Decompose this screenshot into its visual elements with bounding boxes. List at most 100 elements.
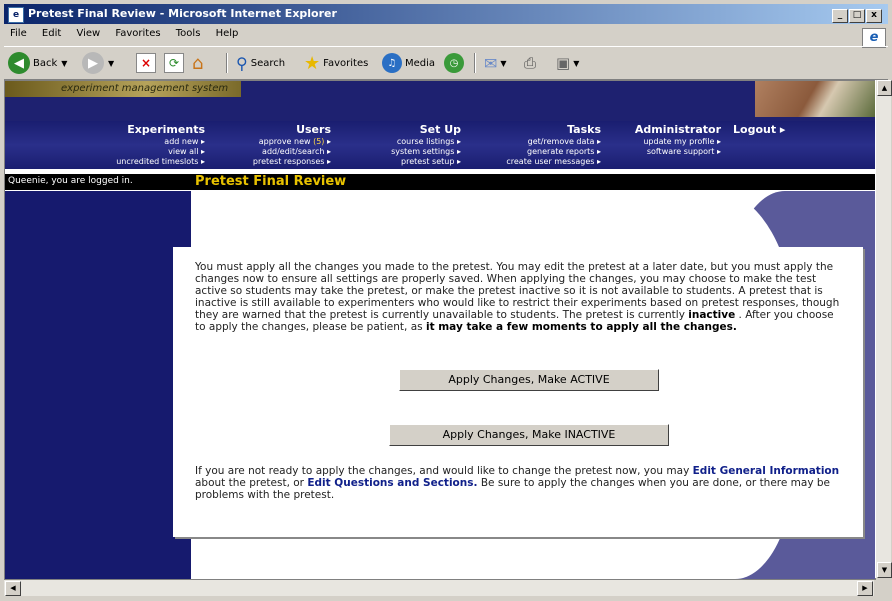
page-viewport: experiment management system Experiments… — [4, 80, 876, 580]
scroll-right-icon[interactable]: ▶ — [857, 581, 873, 596]
media-button[interactable]: ♫ Media — [382, 51, 435, 75]
title-bar: e Pretest Final Review - Microsoft Inter… — [4, 4, 888, 24]
edit-options-text-2: about the pretest, or — [195, 477, 308, 489]
nav-heading-setup[interactable]: Set Up — [355, 123, 461, 137]
nav-logout[interactable]: Logout — [733, 123, 793, 137]
media-label: Media — [405, 57, 436, 69]
forward-button[interactable]: ▶ ▼ — [82, 51, 114, 75]
nav-pretest-setup[interactable]: pretest setup — [355, 157, 461, 167]
left-sidebar — [5, 191, 191, 579]
maximize-button[interactable]: □ — [849, 9, 865, 23]
stop-button[interactable]: × — [136, 51, 156, 75]
browser-window: e Pretest Final Review - Microsoft Inter… — [0, 0, 892, 601]
edit-questions-sections-link[interactable]: Edit Questions and Sections. — [307, 477, 477, 489]
instructions-bold-note: it may take a few moments to apply all t… — [425, 321, 737, 333]
favorites-label: Favorites — [323, 57, 369, 69]
print-icon: ⎙ — [524, 54, 537, 72]
close-button[interactable]: x — [866, 9, 882, 23]
window-title: Pretest Final Review - Microsoft Interne… — [28, 7, 337, 20]
apply-active-button[interactable]: Apply Changes, Make ACTIVE — [399, 369, 659, 391]
home-icon: ⌂ — [192, 52, 204, 74]
approve-new-label: approve new — [258, 137, 314, 146]
window-controls: _ □ x — [831, 7, 882, 23]
approve-count-badge: (5) — [313, 137, 325, 146]
nav-system-settings[interactable]: system settings — [355, 147, 461, 157]
minimize-button[interactable]: _ — [832, 9, 848, 23]
mail-button[interactable]: ✉ ▼ — [484, 51, 507, 75]
nav-add-edit-search[interactable]: add/edit/search — [219, 147, 331, 157]
review-panel: You must apply all the changes you made … — [173, 247, 863, 537]
edit-options-paragraph: If you are not ready to apply the change… — [195, 465, 843, 501]
nav-heading-experiments[interactable]: Experiments — [73, 123, 205, 137]
nav-add-new[interactable]: add new — [73, 137, 205, 147]
nav-approve-new[interactable]: approve new (5) — [219, 137, 331, 147]
nav-heading-users[interactable]: Users — [219, 123, 331, 137]
ie-page-icon: e — [8, 7, 24, 23]
refresh-icon: ⟳ — [164, 53, 184, 73]
nav-setup: Set Up course listings system settings p… — [355, 123, 461, 167]
edit-icon: ▣ — [556, 54, 571, 72]
back-button[interactable]: ◀ Back ▼ — [8, 51, 67, 75]
main-nav: Experiments add new view all uncredited … — [5, 121, 875, 169]
scroll-left-icon[interactable]: ◀ — [5, 581, 21, 596]
star-icon: ★ — [304, 52, 321, 74]
site-banner: experiment management system — [5, 81, 875, 121]
nav-heading-administrator[interactable]: Administrator — [609, 123, 721, 137]
history-button[interactable]: ◷ — [444, 51, 464, 75]
menu-favorites[interactable]: Favorites — [109, 26, 166, 41]
menu-bar: File Edit View Favorites Tools Help — [4, 26, 888, 44]
edit-options-text: If you are not ready to apply the change… — [195, 465, 693, 477]
history-icon: ◷ — [444, 53, 464, 73]
print-button[interactable]: ⎙ — [524, 51, 536, 75]
nav-software-support[interactable]: software support — [609, 147, 721, 157]
mail-dropdown-icon[interactable]: ▼ — [500, 59, 506, 68]
nav-get-remove-data[interactable]: get/remove data — [479, 137, 601, 147]
search-button[interactable]: ⚲ Search — [236, 51, 285, 75]
scroll-down-icon[interactable]: ▼ — [877, 562, 892, 578]
menu-edit[interactable]: Edit — [36, 26, 67, 41]
search-icon: ⚲ — [236, 53, 248, 73]
edit-general-information-link[interactable]: Edit General Information — [693, 465, 840, 477]
back-arrow-icon: ◀ — [8, 52, 30, 74]
refresh-button[interactable]: ⟳ — [164, 51, 184, 75]
nav-logout-col: Logout — [733, 123, 793, 137]
back-label: Back — [33, 57, 58, 69]
site-logo[interactable]: experiment management system — [5, 81, 241, 97]
nav-create-user-messages[interactable]: create user messages — [479, 157, 601, 167]
back-dropdown-icon[interactable]: ▼ — [61, 59, 67, 68]
nav-view-all[interactable]: view all — [73, 147, 205, 157]
nav-tasks: Tasks get/remove data generate reports c… — [479, 123, 601, 167]
scroll-up-icon[interactable]: ▲ — [877, 80, 892, 96]
nav-pretest-responses[interactable]: pretest responses — [219, 157, 331, 167]
horizontal-scrollbar[interactable]: ◀ ▶ — [4, 580, 874, 596]
vertical-scrollbar[interactable]: ▲ ▼ — [875, 80, 892, 578]
banner-photo — [755, 81, 875, 117]
nav-update-my-profile[interactable]: update my profile — [609, 137, 721, 147]
page-title: Pretest Final Review — [195, 174, 347, 189]
pretest-status: inactive — [688, 309, 736, 321]
home-button[interactable]: ⌂ — [192, 51, 203, 75]
search-label: Search — [250, 57, 286, 69]
edit-dropdown-icon[interactable]: ▼ — [573, 59, 579, 68]
status-bar: Queenie, you are logged in. Pretest Fina… — [5, 174, 875, 190]
edit-button[interactable]: ▣ ▼ — [556, 51, 579, 75]
stop-icon: × — [136, 53, 156, 73]
favorites-button[interactable]: ★ Favorites — [304, 51, 368, 75]
menu-file[interactable]: File — [4, 26, 33, 41]
nav-generate-reports[interactable]: generate reports — [479, 147, 601, 157]
nav-course-listings[interactable]: course listings — [355, 137, 461, 147]
nav-heading-tasks[interactable]: Tasks — [479, 123, 601, 137]
nav-experiments: Experiments add new view all uncredited … — [73, 123, 205, 167]
nav-admin: Administrator update my profile software… — [609, 123, 721, 157]
apply-inactive-button[interactable]: Apply Changes, Make INACTIVE — [389, 424, 669, 446]
logged-in-text: Queenie, you are logged in. — [8, 176, 133, 186]
menu-help[interactable]: Help — [210, 26, 245, 41]
forward-dropdown-icon[interactable]: ▼ — [108, 59, 114, 68]
menu-tools[interactable]: Tools — [170, 26, 207, 41]
media-icon: ♫ — [382, 53, 402, 73]
resize-grip[interactable] — [875, 580, 890, 596]
menu-view[interactable]: View — [70, 26, 106, 41]
nav-uncredited-timeslots[interactable]: uncredited timeslots — [73, 157, 205, 167]
windows-logo-icon: e — [862, 28, 886, 48]
forward-arrow-icon: ▶ — [82, 52, 104, 74]
